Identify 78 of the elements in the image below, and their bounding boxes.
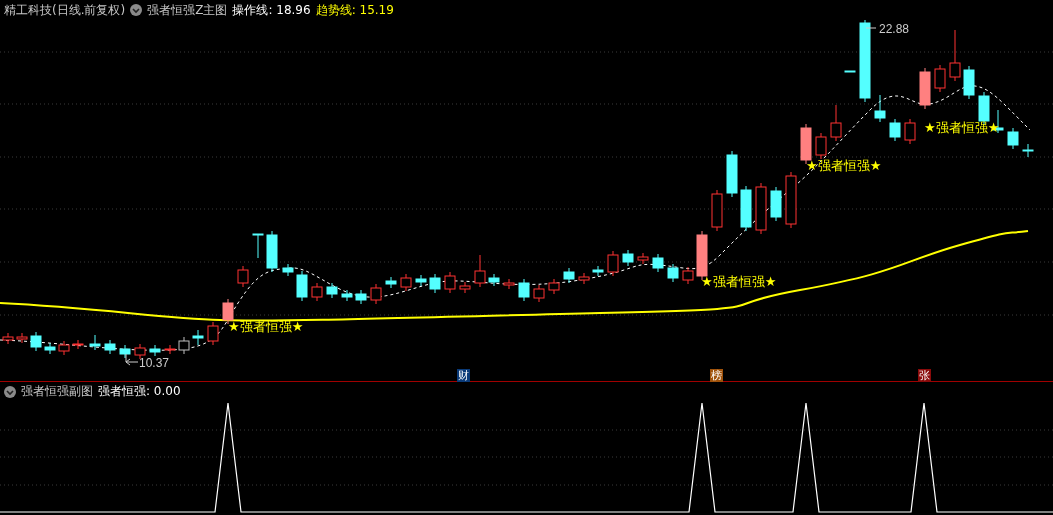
candlestick — [830, 104, 842, 142]
candlestick — [58, 340, 70, 356]
candlestick — [963, 65, 975, 100]
candlestick — [72, 339, 84, 350]
candlestick — [755, 182, 767, 235]
candlestick — [637, 252, 649, 265]
candlestick — [934, 64, 946, 93]
candlestick — [30, 331, 42, 352]
candlestick — [949, 29, 961, 82]
event-badge[interactable]: 财 — [457, 369, 470, 382]
candlestick — [1007, 127, 1019, 150]
candlestick — [16, 332, 28, 344]
candlestick — [1022, 143, 1034, 158]
candlestick — [533, 284, 545, 303]
candlestick — [682, 266, 694, 285]
candlestick — [578, 272, 590, 285]
candlestick — [711, 189, 723, 232]
candlestick — [192, 329, 204, 346]
candlestick — [134, 343, 146, 360]
candlestick — [518, 278, 530, 302]
candlestick — [667, 263, 679, 283]
candlestick — [474, 254, 486, 288]
candlestick — [815, 132, 827, 160]
candlestick — [770, 186, 782, 222]
candlestick — [652, 253, 664, 273]
candlestick — [385, 276, 397, 289]
candlestick — [874, 94, 886, 123]
candlestick — [740, 185, 752, 232]
candlestick — [266, 230, 278, 273]
signal-label: ★强者恒强★ — [924, 120, 1000, 135]
candlestick — [326, 282, 338, 299]
indicator-value: 趋势线: 15.19 — [315, 1, 394, 19]
candlestick — [149, 344, 161, 357]
candlestick — [341, 289, 353, 302]
candlestick — [548, 278, 560, 295]
candlestick — [282, 263, 294, 277]
candlestick — [904, 118, 916, 145]
candlestick — [459, 281, 471, 294]
candlestick — [311, 282, 323, 302]
candlestick — [178, 336, 190, 355]
candlestick — [785, 171, 797, 229]
signal-label: ★强者恒强★ — [806, 158, 882, 173]
event-badge[interactable]: 张 — [918, 369, 931, 382]
event-badge[interactable]: 榜 — [710, 369, 723, 382]
signal-label: ★强者恒强★ — [228, 319, 304, 334]
candlestick — [370, 283, 382, 305]
chevron-down-icon[interactable] — [130, 4, 143, 16]
chevron-down-icon[interactable] — [4, 385, 16, 398]
candlestick — [164, 344, 176, 355]
candlestick — [844, 70, 856, 73]
candlestick — [296, 270, 308, 302]
candlestick — [622, 249, 634, 267]
indicator-name: 强者恒强副图 — [21, 383, 93, 400]
candlestick — [444, 271, 456, 294]
candlestick — [429, 273, 441, 294]
indicator-value: 操作线: 18.96 — [232, 1, 311, 19]
candlestick — [400, 273, 412, 292]
candlestick — [207, 321, 219, 346]
candlestick — [726, 150, 738, 198]
candlestick — [119, 344, 131, 359]
candlestick — [488, 273, 500, 287]
candlestick — [503, 278, 515, 290]
indicator-value: 强者恒强: 0.00 — [98, 383, 181, 400]
candlestick — [563, 267, 575, 284]
signal-label: ★强者恒强★ — [701, 274, 777, 289]
stock-title: 精工科技(日线.前复权) — [4, 1, 126, 19]
candlestick — [889, 118, 901, 142]
candlestick — [252, 233, 264, 259]
candlestick — [355, 289, 367, 305]
candlestick — [237, 265, 249, 288]
candlestick — [89, 334, 101, 351]
candlestick — [592, 265, 604, 277]
candlestick — [104, 339, 116, 355]
candlestick — [44, 342, 56, 355]
candlestick — [607, 250, 619, 277]
candlestick — [415, 274, 427, 287]
indicator-name: 强者恒强Z主图 — [147, 1, 228, 19]
candlestick — [919, 67, 931, 110]
